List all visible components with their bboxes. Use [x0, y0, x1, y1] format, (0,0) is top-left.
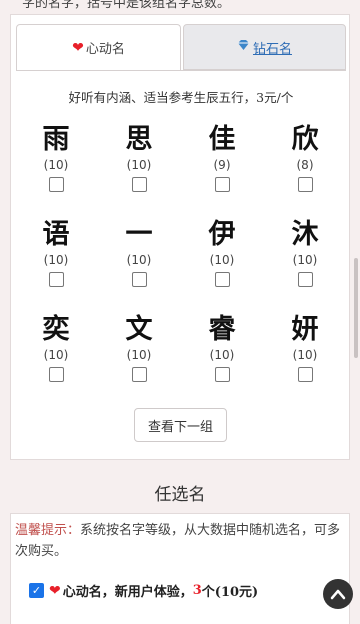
name-char: 语 — [42, 219, 70, 250]
name-checkbox[interactable] — [48, 272, 64, 287]
name-item: 欣 (8) — [275, 123, 335, 192]
name-checkbox[interactable] — [48, 177, 64, 192]
name-checkbox[interactable] — [214, 272, 230, 287]
name-char: 奕 — [42, 314, 70, 345]
name-count: (10) — [209, 253, 235, 267]
tab-diamond-names-label: 钻石名 — [252, 41, 292, 57]
option-row[interactable]: ✓ ❤ 心动名，新用户体验， 3 个(10元) — [29, 581, 258, 600]
option-price: 个(10元) — [201, 585, 259, 600]
name-selection-card: ❤ 心动名 钻石名 好听有内涵、适当参考生辰五行，3元/个 雨 (10) 思 (… — [10, 14, 350, 460]
name-checkbox[interactable] — [297, 272, 313, 287]
name-count: (10) — [126, 348, 152, 362]
name-item: 文 (10) — [109, 313, 169, 382]
name-char: 思 — [125, 124, 153, 155]
name-checkbox[interactable] — [214, 177, 230, 192]
random-name-card: 温馨提示：系统按名字等级，从大数据中随机选名，可多次购买。 ✓ ❤ 心动名，新用… — [10, 513, 350, 624]
name-char: 欣 — [291, 124, 319, 155]
name-char: 沐 — [291, 219, 319, 250]
tabs-divider — [16, 70, 346, 71]
name-char: 睿 — [208, 314, 236, 345]
name-checkbox[interactable] — [297, 367, 313, 382]
scroll-to-top-button[interactable] — [323, 579, 353, 609]
name-count: (10) — [209, 348, 235, 362]
name-char: 一 — [125, 219, 153, 250]
name-count: (10) — [126, 253, 152, 267]
name-item: 妍 (10) — [275, 313, 335, 382]
name-item: 奕 (10) — [26, 313, 86, 382]
option-checkbox[interactable]: ✓ — [29, 583, 44, 598]
name-char: 伊 — [208, 219, 236, 250]
name-item: 一 (10) — [109, 218, 169, 287]
name-item: 思 (10) — [109, 123, 169, 192]
name-count: (10) — [43, 253, 69, 267]
option-count: 3 — [192, 583, 202, 598]
name-item: 雨 (10) — [26, 123, 86, 192]
name-checkbox[interactable] — [131, 367, 147, 382]
name-item: 沐 (10) — [275, 218, 335, 287]
tab-diamond-names[interactable]: 钻石名 — [183, 24, 346, 70]
name-item: 睿 (10) — [192, 313, 252, 382]
option-name: 心动名，新用户体验， — [62, 585, 193, 600]
price-subtitle: 好听有内涵、适当参考生辰五行，3元/个 — [68, 90, 294, 105]
name-count: (10) — [292, 253, 318, 267]
name-checkbox[interactable] — [214, 367, 230, 382]
name-count: (10) — [126, 158, 152, 172]
name-count: (8) — [296, 158, 314, 172]
name-item: 语 (10) — [26, 218, 86, 287]
scrollbar[interactable] — [354, 258, 358, 358]
name-char: 雨 — [42, 124, 70, 155]
tip-label: 温馨提示： — [15, 523, 81, 538]
tab-heart-names[interactable]: ❤ 心动名 — [16, 24, 181, 70]
name-count: (9) — [213, 158, 231, 172]
heart-icon: ❤ — [49, 582, 61, 599]
section-title: 任选名 — [154, 485, 206, 505]
name-count: (10) — [43, 158, 69, 172]
name-checkbox[interactable] — [297, 177, 313, 192]
intro-text: 字的名字，括号中是该组名字总数。 — [22, 0, 231, 11]
name-count: (10) — [292, 348, 318, 362]
tab-heart-names-label: 心动名 — [85, 42, 125, 57]
name-checkbox[interactable] — [48, 367, 64, 382]
chevron-up-icon — [330, 589, 346, 600]
name-checkbox[interactable] — [131, 272, 147, 287]
next-group-button[interactable]: 查看下一组 — [134, 408, 227, 442]
tip-text: 温馨提示：系统按名字等级，从大数据中随机选名，可多次购买。 — [15, 520, 345, 562]
heart-icon: ❤ — [72, 39, 84, 56]
name-char: 文 — [125, 314, 153, 345]
name-item: 伊 (10) — [192, 218, 252, 287]
name-char: 佳 — [208, 124, 236, 155]
name-count: (10) — [43, 348, 69, 362]
name-item: 佳 (9) — [192, 123, 252, 192]
name-char: 妍 — [291, 314, 319, 345]
tab-bar: ❤ 心动名 钻石名 — [16, 24, 346, 70]
name-checkbox[interactable] — [131, 177, 147, 192]
diamond-icon — [237, 39, 250, 55]
